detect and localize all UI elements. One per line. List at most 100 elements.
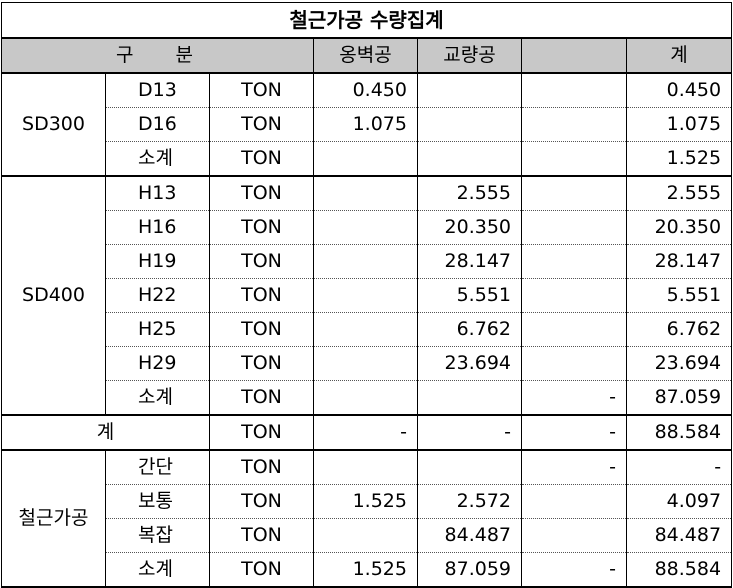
row-val-c <box>521 141 627 177</box>
row-val-a <box>313 449 418 485</box>
table-row: 소계 TON 1.525 <box>2 141 733 177</box>
row-total: 23.694 <box>625 346 733 381</box>
row-val-c: - <box>521 380 627 416</box>
row-val-a: 1.075 <box>313 107 418 142</box>
row-total: 0.450 <box>625 72 733 108</box>
row-total: 4.097 <box>625 484 733 519</box>
row-unit: TON <box>209 414 314 451</box>
row-total: 1.075 <box>625 107 733 142</box>
row-item: 간단 <box>105 449 210 485</box>
row-val-c <box>521 518 627 553</box>
row-item: 복잡 <box>105 518 210 553</box>
row-val-c <box>521 210 627 245</box>
summary-table: 철근가공 수량집계 구 분 옹벽공 교량공 계 SD300 D13 TON 0.… <box>0 2 733 588</box>
row-val-b: 2.555 <box>417 175 522 211</box>
row-val-b: 23.694 <box>417 346 522 381</box>
table-row: H29 TON 23.694 23.694 <box>2 346 733 381</box>
row-unit: TON <box>209 518 314 553</box>
row-val-a <box>313 380 418 416</box>
row-total: 28.147 <box>625 244 733 279</box>
row-val-b: 28.147 <box>417 244 522 279</box>
quantity-summary-sheet: 철근가공 수량집계 구 분 옹벽공 교량공 계 SD300 D13 TON 0.… <box>0 0 733 588</box>
header-row: 구 분 옹벽공 교량공 계 <box>1 37 733 74</box>
grand-total-row: 계 TON - - - 88.584 <box>1 414 733 451</box>
row-val-c <box>521 107 627 142</box>
row-item: 보통 <box>105 484 210 519</box>
table-row: H22 TON 5.551 5.551 <box>2 278 733 313</box>
row-val-b: 20.350 <box>417 210 522 245</box>
table-row: H19 TON 28.147 28.147 <box>2 244 733 279</box>
row-total: 88.584 <box>625 414 733 451</box>
row-val-c <box>521 175 627 211</box>
table-row: SD400 H13 TON 2.555 2.555 <box>1 175 733 416</box>
row-item: 소계 <box>105 552 210 588</box>
row-val-c <box>521 244 627 279</box>
header-col-bridge: 교량공 <box>417 37 522 74</box>
row-val-a <box>313 518 418 553</box>
group-sd400: SD400 <box>1 175 106 416</box>
row-val-a <box>313 244 418 279</box>
row-item: H13 <box>105 175 210 211</box>
row-val-a <box>313 346 418 381</box>
row-total: 88.584 <box>625 552 733 588</box>
row-unit: TON <box>209 449 314 485</box>
table-row: D16 TON 1.075 1.075 <box>2 107 733 142</box>
row-val-b: - <box>417 414 522 451</box>
row-item: D16 <box>105 107 210 142</box>
header-col-empty <box>521 37 627 74</box>
row-val-b: 87.059 <box>417 552 522 588</box>
row-unit: TON <box>209 278 314 313</box>
table-row: 보통 TON 1.525 2.572 4.097 <box>2 484 733 519</box>
row-item: H25 <box>105 312 210 347</box>
row-val-a <box>313 312 418 347</box>
header-col-total: 계 <box>625 37 733 74</box>
group-rebar-processing: 철근가공 <box>1 449 106 588</box>
row-val-a: - <box>313 414 418 451</box>
row-val-a <box>313 278 418 313</box>
row-val-a: 0.450 <box>313 72 418 108</box>
row-val-b: 84.487 <box>417 518 522 553</box>
row-unit: TON <box>209 107 314 142</box>
row-total: 2.555 <box>625 175 733 211</box>
row-total: 84.487 <box>625 518 733 553</box>
row-item: H16 <box>105 210 210 245</box>
table-row: 소계 TON - 87.059 <box>2 380 733 416</box>
row-val-a <box>313 141 418 177</box>
row-val-c <box>521 72 627 108</box>
row-val-c <box>521 346 627 381</box>
row-unit: TON <box>209 175 314 211</box>
row-unit: TON <box>209 552 314 588</box>
row-item: 소계 <box>105 380 210 416</box>
row-val-a: 1.525 <box>313 484 418 519</box>
row-total: 20.350 <box>625 210 733 245</box>
row-unit: TON <box>209 380 314 416</box>
row-item: H19 <box>105 244 210 279</box>
row-unit: TON <box>209 210 314 245</box>
title-row: 철근가공 수량집계 <box>0 2 733 39</box>
row-val-b: 5.551 <box>417 278 522 313</box>
row-val-b <box>417 141 522 177</box>
row-unit: TON <box>209 312 314 347</box>
row-unit: TON <box>209 244 314 279</box>
row-val-a <box>313 175 418 211</box>
row-val-b <box>417 449 522 485</box>
table-row: SD300 D13 TON 0.450 0.450 <box>1 72 733 177</box>
header-gubun: 구 분 <box>1 37 314 74</box>
row-val-a: 1.525 <box>313 552 418 588</box>
row-val-c: - <box>521 552 627 588</box>
row-item: H29 <box>105 346 210 381</box>
row-val-c <box>521 484 627 519</box>
table-row: H25 TON 6.762 6.762 <box>2 312 733 347</box>
table-row: 복잡 TON 84.487 84.487 <box>2 518 733 553</box>
row-val-b <box>417 380 522 416</box>
row-total: - <box>625 449 733 485</box>
row-val-c <box>521 312 627 347</box>
row-val-a <box>313 210 418 245</box>
row-total: 6.762 <box>625 312 733 347</box>
row-unit: TON <box>209 141 314 177</box>
group-sd300: SD300 <box>1 72 106 177</box>
row-item: H22 <box>105 278 210 313</box>
row-unit: TON <box>209 346 314 381</box>
row-val-b: 6.762 <box>417 312 522 347</box>
row-val-b <box>417 72 522 108</box>
